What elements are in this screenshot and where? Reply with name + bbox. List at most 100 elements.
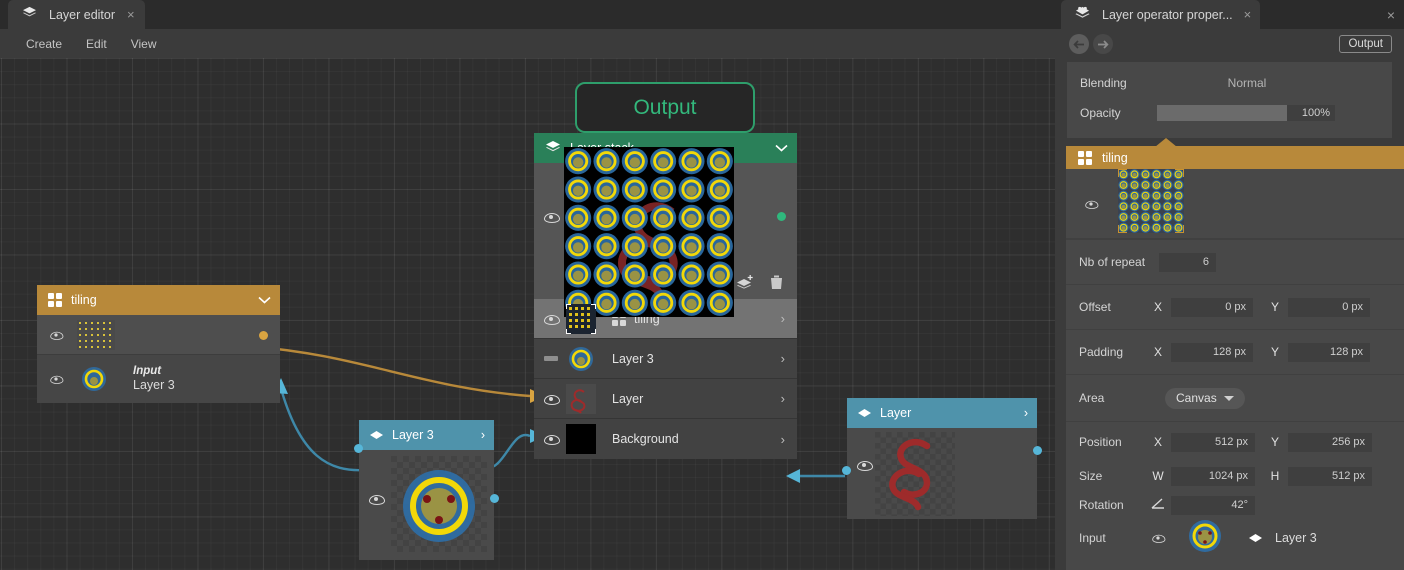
eye-icon[interactable] bbox=[544, 314, 566, 325]
chevron-right-icon[interactable]: › bbox=[481, 428, 485, 442]
position-y-input[interactable]: 256 px bbox=[1288, 432, 1372, 452]
table-row[interactable]: Layer › bbox=[534, 379, 797, 419]
menu-create[interactable]: Create bbox=[26, 37, 62, 51]
area-row: Area Canvas bbox=[1066, 375, 1404, 421]
layer-thumbnail bbox=[566, 383, 596, 414]
padding-y-axis-label: Y bbox=[1270, 345, 1279, 359]
properties-pane: Layer operator proper... × × Output Blen… bbox=[1055, 0, 1404, 570]
tiling-section-body: Nb of repeat 6 Offset X 0 px Y 0 px Padd… bbox=[1066, 168, 1404, 570]
input-node-thumbnail bbox=[1183, 516, 1227, 561]
area-dropdown[interactable]: Canvas bbox=[1165, 387, 1245, 409]
eye-icon[interactable] bbox=[1152, 534, 1166, 543]
chevron-right-icon[interactable]: › bbox=[781, 311, 785, 326]
chevron-down-icon[interactable] bbox=[258, 293, 271, 307]
tiling-node-header[interactable]: tiling bbox=[37, 285, 280, 315]
node-editor-pane: Layer editor × Create Edit View Output t… bbox=[0, 0, 1055, 570]
arrow-left-circle-icon[interactable] bbox=[1069, 34, 1089, 54]
position-x-axis-label: X bbox=[1153, 435, 1162, 449]
position-x-input[interactable]: 512 px bbox=[1171, 432, 1255, 452]
node-layer[interactable]: Layer › bbox=[842, 398, 1042, 521]
eye-icon[interactable] bbox=[857, 460, 873, 471]
chevron-right-icon[interactable]: › bbox=[1024, 406, 1028, 420]
tab-layer-operator-properties[interactable]: Layer operator proper... × bbox=[1061, 0, 1261, 29]
tiling-node-body: Input Layer 3 bbox=[37, 315, 280, 403]
chevron-down-icon bbox=[1223, 395, 1234, 401]
blending-value: Normal bbox=[1227, 76, 1267, 90]
node-layer3[interactable]: Layer 3 › bbox=[354, 420, 499, 560]
delete-icon[interactable] bbox=[770, 275, 783, 295]
properties-toolbar: Output bbox=[1055, 29, 1404, 59]
offset-row: Offset X 0 px Y 0 px bbox=[1066, 285, 1404, 329]
tiling-output-port[interactable] bbox=[259, 331, 268, 340]
layer3-input-port[interactable] bbox=[354, 444, 363, 453]
eye-icon[interactable] bbox=[50, 330, 64, 340]
layer-input-port[interactable] bbox=[842, 466, 851, 475]
node-layer-stack[interactable]: Layer stack bbox=[534, 133, 797, 459]
window-close-icon[interactable]: × bbox=[1387, 7, 1395, 23]
eye-icon[interactable] bbox=[544, 434, 566, 445]
menu-view[interactable]: View bbox=[131, 37, 157, 51]
layers-icon bbox=[22, 6, 37, 24]
tiling-preview-row bbox=[1066, 168, 1404, 239]
node-tiling[interactable]: tiling Input Layer 3 bbox=[37, 285, 280, 403]
padding-x-input[interactable]: 128 px bbox=[1171, 342, 1253, 362]
layer-stack-preview bbox=[534, 147, 797, 317]
offset-y-input[interactable]: 0 px bbox=[1288, 297, 1370, 317]
eye-icon[interactable] bbox=[544, 212, 560, 223]
chevron-down-icon[interactable] bbox=[775, 141, 788, 155]
input-node-row[interactable]: Input Layer 3 bbox=[1066, 516, 1404, 560]
padding-y-input[interactable]: 128 px bbox=[1288, 342, 1370, 362]
tab-title: Layer operator proper... bbox=[1102, 7, 1233, 22]
layer3-output-port[interactable] bbox=[490, 494, 499, 503]
layer-name: Layer 3 bbox=[612, 351, 654, 366]
tiling-output-row[interactable] bbox=[37, 315, 280, 355]
position-label: Position bbox=[1079, 435, 1122, 449]
nb-of-repeat-label: Nb of repeat bbox=[1079, 255, 1146, 269]
size-w-input[interactable]: 1024 px bbox=[1171, 466, 1255, 486]
tiling-input-row[interactable]: Input Layer 3 bbox=[37, 355, 280, 403]
eye-icon[interactable] bbox=[369, 494, 385, 505]
size-h-input[interactable]: 512 px bbox=[1288, 466, 1372, 486]
layer-output-port[interactable] bbox=[1033, 446, 1042, 455]
chevron-right-icon[interactable]: › bbox=[781, 432, 785, 447]
rotation-input[interactable]: 42° bbox=[1171, 495, 1255, 515]
table-row[interactable]: Background › bbox=[534, 419, 797, 459]
tab-layer-editor[interactable]: Layer editor × bbox=[8, 0, 145, 29]
add-layer-icon[interactable] bbox=[736, 275, 754, 294]
stack-output-port[interactable] bbox=[777, 212, 786, 221]
tiling-section-header[interactable]: tiling bbox=[1066, 146, 1404, 169]
node-graph-canvas[interactable]: Output Layer stack bbox=[0, 58, 1055, 570]
size-row: Size W 1024 px H 512 px bbox=[1066, 462, 1404, 490]
layer-node-header[interactable]: Layer › bbox=[847, 398, 1037, 428]
output-button[interactable]: Output bbox=[1339, 35, 1392, 53]
eye-icon[interactable] bbox=[1085, 199, 1099, 209]
tiling-node-title: tiling bbox=[71, 293, 97, 307]
node-output[interactable]: Output bbox=[575, 82, 755, 133]
nb-of-repeat-row: Nb of repeat 6 bbox=[1066, 240, 1404, 284]
layer-thumbnail bbox=[566, 424, 596, 454]
opacity-row: Opacity 100% bbox=[1067, 98, 1392, 128]
visibility-off-icon[interactable] bbox=[544, 356, 558, 361]
opacity-slider[interactable] bbox=[1157, 105, 1287, 121]
padding-row: Padding X 128 px Y 128 px bbox=[1066, 330, 1404, 374]
offset-x-input[interactable]: 0 px bbox=[1171, 297, 1253, 317]
opacity-label: Opacity bbox=[1080, 106, 1121, 120]
eye-icon[interactable] bbox=[50, 375, 64, 384]
blending-select[interactable]: Normal bbox=[1157, 72, 1337, 94]
chevron-right-icon[interactable]: › bbox=[781, 351, 785, 366]
grid-icon bbox=[1078, 150, 1092, 165]
layer-diamond-icon bbox=[1249, 534, 1262, 542]
opacity-value[interactable]: 100% bbox=[1287, 105, 1335, 121]
chevron-right-icon[interactable]: › bbox=[781, 391, 785, 406]
layers-icon bbox=[545, 140, 561, 157]
arrow-right-circle-icon[interactable] bbox=[1093, 34, 1113, 54]
layer-preview bbox=[875, 432, 955, 521]
close-icon[interactable]: × bbox=[1244, 7, 1252, 22]
layer3-node-body bbox=[354, 444, 499, 560]
menu-edit[interactable]: Edit bbox=[86, 37, 107, 51]
nb-of-repeat-input[interactable]: 6 bbox=[1159, 252, 1216, 272]
table-row[interactable]: Layer 3 › bbox=[534, 339, 797, 379]
eye-icon[interactable] bbox=[544, 394, 566, 405]
close-icon[interactable]: × bbox=[127, 8, 135, 21]
layer3-node-header[interactable]: Layer 3 › bbox=[359, 420, 494, 450]
